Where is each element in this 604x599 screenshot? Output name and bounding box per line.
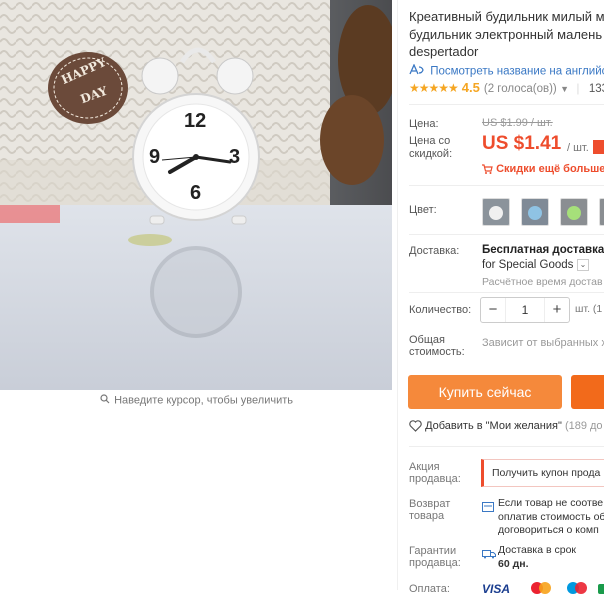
wishlist-label: Добавить в "Мои желания" xyxy=(425,420,562,432)
orders-count: 133 xyxy=(588,83,604,95)
promo-text[interactable]: Скидки ещё больше в xyxy=(482,163,604,175)
quantity-input[interactable]: 1 xyxy=(505,298,545,322)
payment-method-icon xyxy=(596,580,604,594)
increase-button[interactable]: + xyxy=(545,298,569,322)
shipping-subtitle[interactable]: for Special Goods ⌄ xyxy=(482,259,590,272)
shipping-subtitle-text: for Special Goods xyxy=(482,259,574,272)
discount-price-label-2: скидкой: xyxy=(409,148,453,160)
chevron-down-icon[interactable]: ▼ xyxy=(560,84,569,94)
returns-line: Если товар не соотве xyxy=(498,497,604,509)
visa-icon: VISA xyxy=(482,582,511,596)
color-swatch-other[interactable] xyxy=(599,198,604,226)
clock-number-9: 9 xyxy=(149,146,161,168)
separator: | xyxy=(576,81,580,95)
shipping-method: Бесплатная доставка в xyxy=(482,244,604,256)
panel-divider xyxy=(397,0,398,590)
discount-badge xyxy=(593,140,604,154)
total-value: Зависит от выбранных ха xyxy=(482,337,604,349)
get-coupon-button[interactable]: Получить купон прода xyxy=(481,459,604,487)
returns-line: оплатив стоимость об xyxy=(498,511,604,523)
promo-label: Скидки ещё больше в xyxy=(496,163,604,175)
chevron-down-icon[interactable]: ⌄ xyxy=(576,259,590,271)
star-rating-icon: ★★★★★ xyxy=(409,81,459,95)
guarantee-days: 60 дн. xyxy=(498,558,529,570)
product-title-line: Креативный будильник милый м xyxy=(409,9,604,24)
price-label: Цена: xyxy=(409,118,439,130)
product-title: Креативный будильник милый м будильник э… xyxy=(409,8,604,61)
clock-number-12: 12 xyxy=(184,110,207,132)
shipping-label: Доставка: xyxy=(409,245,460,257)
product-title-line: despertador xyxy=(409,44,479,59)
translate-link-text: Посмотреть название на английск xyxy=(430,65,604,78)
magnifier-icon xyxy=(99,394,111,407)
quantity-stepper[interactable]: − 1 + xyxy=(480,297,570,323)
discount-price: US $1.41 xyxy=(482,133,562,154)
clock-number-3: 3 xyxy=(229,146,241,168)
original-price: US $1.99 / шт. xyxy=(482,117,553,129)
divider-line xyxy=(409,104,604,105)
total-label-2: стоимость: xyxy=(409,346,465,358)
product-image[interactable]: HAPPY DAY 12 3 6 9 xyxy=(0,0,392,390)
quantity-label: Количество: xyxy=(409,304,472,316)
color-swatch-blue[interactable] xyxy=(521,198,549,226)
color-label: Цвет: xyxy=(409,204,437,216)
divider-line xyxy=(409,234,604,235)
rating-value: 4.5 xyxy=(461,80,480,95)
translate-title-link[interactable]: Посмотреть название на английск xyxy=(409,63,604,79)
divider-line xyxy=(409,446,604,447)
return-policy-icon xyxy=(482,499,494,512)
color-swatch-white[interactable] xyxy=(482,198,510,226)
rating-row: ★★★★★4.5 (2 голоса(ов)) ▼ | 133 xyxy=(409,80,604,98)
guarantee-delivery: Доставка в срок xyxy=(498,544,577,556)
add-to-wishlist-link[interactable]: Добавить в "Мои желания" (189 до xyxy=(409,420,603,432)
maestro-icon xyxy=(562,580,592,594)
clock-number-6: 6 xyxy=(190,182,202,204)
heart-icon xyxy=(409,420,425,432)
delivery-truck-icon xyxy=(482,546,496,559)
decrease-button[interactable]: − xyxy=(481,298,505,322)
seller-promo-label-2: продавца: xyxy=(409,473,461,485)
returns-line: договориться о комп xyxy=(498,524,599,536)
add-to-cart-button[interactable] xyxy=(571,375,604,409)
divider-line xyxy=(409,185,604,186)
shipping-time: Расчётное время достав xyxy=(482,276,603,288)
votes-count[interactable]: (2 голоса(ов)) xyxy=(484,83,557,95)
returns-label-2: товара xyxy=(409,510,445,522)
wishlist-count: (189 до xyxy=(564,420,603,432)
translate-icon xyxy=(409,63,427,79)
product-title-line: будильник электронный малень xyxy=(409,26,603,42)
quantity-unit: шт. (1 xyxy=(575,303,603,315)
zoom-hint: Наведите курсор, чтобы увеличить xyxy=(0,394,392,407)
discount-price-label-1: Цена со xyxy=(409,135,451,147)
divider-line xyxy=(409,292,604,293)
color-swatch-green[interactable] xyxy=(560,198,588,226)
mastercard-icon xyxy=(526,580,556,594)
price-unit: / шт. xyxy=(567,142,589,154)
zoom-hint-text: Наведите курсор, чтобы увеличить xyxy=(114,394,293,407)
buy-now-button[interactable]: Купить сейчас xyxy=(408,375,562,409)
guarantee-label-2: продавца: xyxy=(409,557,461,569)
shopping-cart-icon xyxy=(482,163,496,175)
